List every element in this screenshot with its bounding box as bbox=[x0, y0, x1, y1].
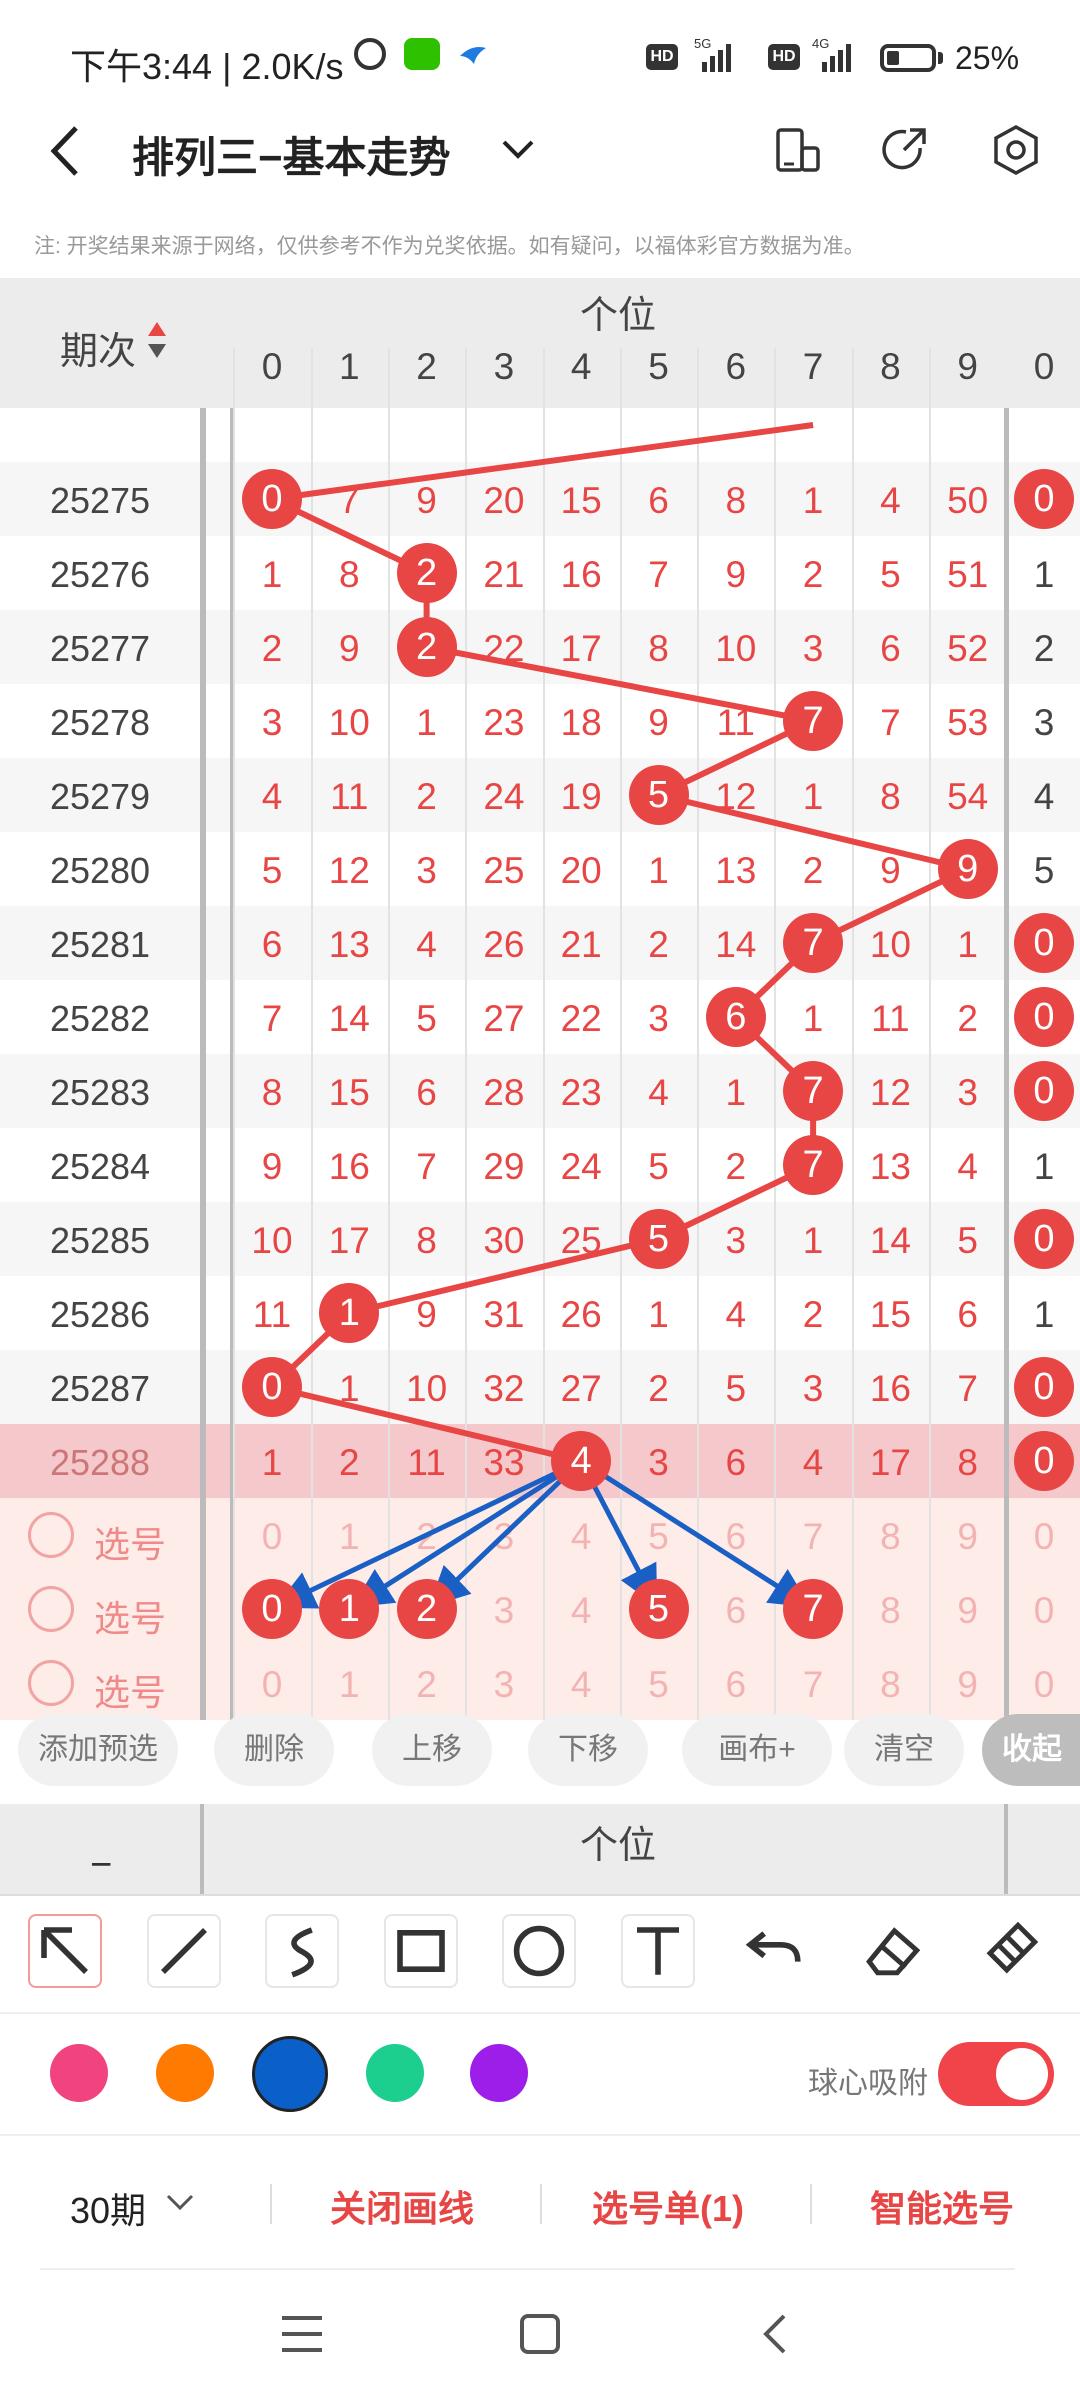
disclaimer-note: 注: 开奖结果来源于网络，仅供参考不作为兑奖依据。如有疑问，以福体彩官方数据为准… bbox=[34, 235, 865, 258]
circle-icon[interactable] bbox=[502, 1914, 576, 1988]
hit-ball: 4 bbox=[551, 1431, 612, 1491]
hit-ball: 7 bbox=[783, 691, 844, 751]
battery-nub bbox=[938, 52, 943, 64]
hd-badge-2: HD bbox=[768, 44, 800, 70]
home-nav-icon[interactable] bbox=[518, 2312, 562, 2356]
extra-hit-ball: 0 bbox=[1014, 913, 1074, 973]
snap-toggle[interactable] bbox=[938, 2042, 1054, 2106]
second-group-label: 个位 bbox=[580, 1825, 657, 1867]
extra-hit-ball: 0 bbox=[1014, 1061, 1074, 1121]
trend-line-segment bbox=[348, 1236, 660, 1316]
settings-icon[interactable] bbox=[990, 124, 1042, 176]
close-line-button[interactable]: 关闭画线 bbox=[330, 2180, 474, 2232]
clear-brush-icon[interactable] bbox=[976, 1914, 1050, 1988]
trend-line-segment bbox=[271, 1384, 582, 1464]
hit-ball: 1 bbox=[319, 1283, 380, 1343]
color-swatch-3[interactable] bbox=[366, 2044, 424, 2102]
color-swatch-4[interactable] bbox=[470, 2044, 528, 2102]
hit-ball: 2 bbox=[396, 617, 457, 677]
snap-label: 球心吸附 bbox=[808, 2067, 928, 2100]
rectangle-icon[interactable] bbox=[383, 1914, 458, 1988]
signal-icon-1 bbox=[702, 44, 731, 72]
action-button-4[interactable]: 画布+ bbox=[682, 1714, 832, 1786]
select-arrow-icon[interactable] bbox=[28, 1914, 102, 1988]
menu-nav-icon[interactable] bbox=[280, 2314, 324, 2354]
battery-percent: 25% bbox=[955, 40, 1020, 76]
color-swatch-1[interactable] bbox=[156, 2044, 214, 2102]
draw-arrow bbox=[351, 1458, 583, 1608]
draw-arrow bbox=[428, 1459, 583, 1607]
hd-badge-1: HD bbox=[646, 44, 678, 70]
hit-ball: 7 bbox=[783, 1135, 844, 1195]
page-title: 排列三−基本走势 bbox=[132, 134, 451, 181]
battery-icon bbox=[880, 44, 936, 72]
second-col-label: − bbox=[90, 1844, 113, 1886]
trend-line-segment bbox=[426, 644, 814, 724]
picked-ball[interactable]: 7 bbox=[783, 1579, 844, 1639]
signal-icon-2 bbox=[822, 44, 851, 72]
color-swatch-2[interactable] bbox=[252, 2036, 328, 2112]
action-button-0[interactable]: 添加预选 bbox=[18, 1714, 178, 1786]
action-button-3[interactable]: 下移 bbox=[528, 1714, 648, 1786]
status-bar: 下午3:44 | 2.0K/s HD 5G HD 4G 25% bbox=[0, 0, 1080, 100]
trend-lines bbox=[269, 422, 969, 1609]
text-icon[interactable] bbox=[620, 1914, 695, 1988]
hit-ball: 6 bbox=[705, 987, 766, 1047]
hit-ball: 5 bbox=[628, 1209, 689, 1269]
status-time: 下午3:44 | 2.0K/s bbox=[70, 46, 344, 87]
smart-pick-button[interactable]: 智能选号 bbox=[870, 2180, 1014, 2232]
line-icon[interactable] bbox=[146, 1914, 221, 1988]
period-select[interactable]: 30期 bbox=[70, 2182, 146, 2234]
eraser-icon[interactable] bbox=[858, 1914, 932, 1988]
hit-ball: 9 bbox=[937, 839, 998, 899]
second-table-header: − 个位 bbox=[0, 1804, 1080, 1896]
draw-arrow bbox=[579, 1458, 811, 1608]
back-nav-icon[interactable] bbox=[760, 2312, 790, 2356]
hit-ball: 0 bbox=[242, 469, 302, 529]
extra-hit-ball: 0 bbox=[1014, 469, 1074, 529]
trend-table: 期次 个位 01234567890 25275 7 9 20 15 6 8 1 4 50 25276… bbox=[0, 278, 1080, 1720]
extra-hit-ball: 0 bbox=[1014, 1209, 1074, 1269]
app-notification-icon bbox=[460, 47, 486, 64]
hit-ball: 2 bbox=[396, 543, 457, 603]
undo-icon[interactable] bbox=[739, 1914, 813, 1988]
chevron-down-icon[interactable] bbox=[500, 136, 536, 162]
alarm-icon bbox=[354, 38, 386, 70]
action-button-6[interactable]: 收起 bbox=[982, 1714, 1080, 1786]
back-icon[interactable] bbox=[46, 124, 86, 178]
picked-ball[interactable]: 1 bbox=[319, 1579, 380, 1639]
orientation-icon[interactable] bbox=[774, 126, 822, 174]
extra-hit-ball: 0 bbox=[1014, 1431, 1074, 1491]
picklist-button[interactable]: 选号单(1) bbox=[592, 2180, 744, 2232]
action-button-1[interactable]: 删除 bbox=[214, 1714, 334, 1786]
picked-ball[interactable]: 2 bbox=[396, 1579, 457, 1639]
extra-hit-ball: 0 bbox=[1014, 1357, 1074, 1417]
hit-ball: 7 bbox=[783, 1061, 844, 1121]
hit-ball: 5 bbox=[628, 765, 689, 825]
hit-ball: 7 bbox=[783, 913, 844, 973]
color-swatch-0[interactable] bbox=[50, 2044, 108, 2102]
action-button-5[interactable]: 清空 bbox=[844, 1714, 964, 1786]
action-button-2[interactable]: 上移 bbox=[372, 1714, 492, 1786]
period-chevron-icon bbox=[166, 2194, 194, 2211]
trend-line-segment bbox=[657, 792, 969, 872]
picked-ball[interactable]: 5 bbox=[628, 1579, 689, 1639]
curve-icon[interactable] bbox=[265, 1914, 339, 1988]
extra-hit-ball: 0 bbox=[1014, 987, 1074, 1047]
trend-line-segment bbox=[271, 422, 814, 502]
share-icon[interactable] bbox=[880, 126, 928, 174]
picked-ball[interactable]: 0 bbox=[242, 1579, 302, 1639]
hit-ball: 0 bbox=[242, 1357, 302, 1417]
wechat-icon bbox=[404, 38, 440, 70]
